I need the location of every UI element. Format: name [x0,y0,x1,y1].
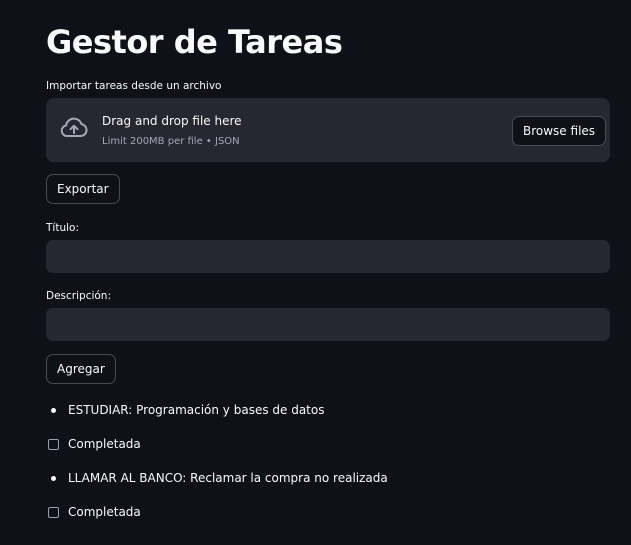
checkbox-icon[interactable] [48,506,59,518]
task-text: LLAMAR AL BANCO: Reclamar la compra no r… [68,471,388,485]
bullet-icon [51,475,56,481]
checkbox-icon[interactable] [48,438,59,450]
limit-text: Limit 200MB per file • JSON [102,136,240,147]
file-uploader-dropzone[interactable]: Drag and drop file here Limit 200MB per … [46,98,610,162]
export-button[interactable]: Exportar [46,174,120,204]
checkbox-label: Completada [68,437,141,451]
task-completed-checkbox[interactable]: Completada [48,505,141,519]
uploader-label: Importar tareas desde un archivo [46,80,222,92]
browse-files-button[interactable]: Browse files [512,116,607,146]
bullet-icon [51,407,56,413]
title-input[interactable] [46,240,610,273]
title-label: Título: [46,222,79,234]
checkbox-label: Completada [68,505,141,519]
description-label: Descripción: [46,290,111,302]
drop-text: Drag and drop file here [102,114,242,128]
cloud-upload-icon [59,116,89,144]
task-completed-checkbox[interactable]: Completada [48,437,141,451]
task-text: ESTUDIAR: Programación y bases de datos [68,403,325,417]
task-item: LLAMAR AL BANCO: Reclamar la compra no r… [51,471,388,485]
description-input[interactable] [46,308,610,341]
task-item: ESTUDIAR: Programación y bases de datos [51,403,324,417]
add-button[interactable]: Agregar [46,354,116,384]
page-title: Gestor de Tareas [46,23,343,61]
